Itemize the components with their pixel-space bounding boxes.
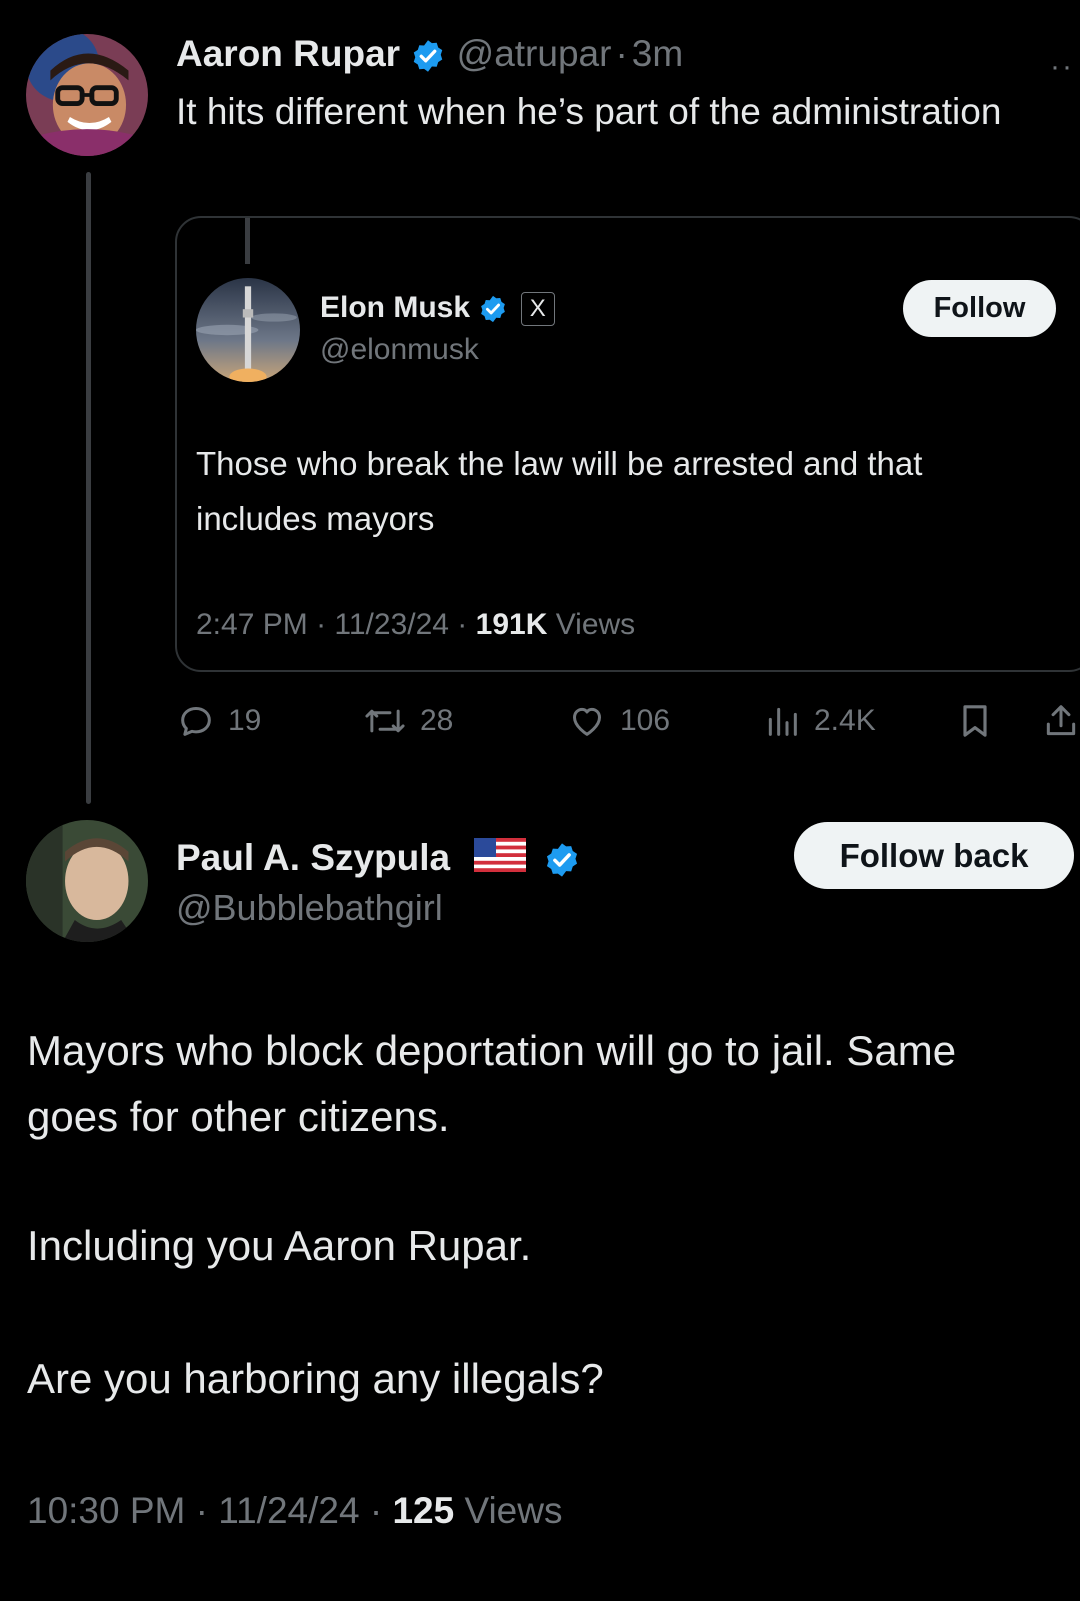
- reply-icon: [181, 707, 211, 736]
- author-avatar[interactable]: [26, 34, 148, 156]
- reply-button[interactable]: 19: [176, 697, 261, 745]
- reply-author-avatar[interactable]: [26, 820, 148, 942]
- verified-badge-icon: [543, 841, 581, 879]
- author-handle[interactable]: @atrupar: [457, 33, 612, 74]
- reply-count: 19: [228, 704, 262, 737]
- repost-icon: [365, 709, 405, 733]
- bookmark-button[interactable]: [955, 697, 995, 745]
- analytics-icon: [768, 707, 797, 736]
- tweet-header: Aaron Rupar @atrupar · 3m: [176, 28, 683, 80]
- reply-date[interactable]: 11/24/24: [218, 1490, 359, 1531]
- reply-time[interactable]: 10:30 PM: [27, 1490, 185, 1531]
- like-button[interactable]: 106: [566, 697, 670, 745]
- quoted-views-count: 191K: [475, 608, 548, 641]
- quoted-author-handle[interactable]: @elonmusk: [320, 330, 479, 370]
- us-flag-icon: [474, 835, 527, 885]
- heart-icon: [573, 707, 601, 736]
- reply-paragraph-3: Are you harboring any illegals?: [27, 1355, 604, 1402]
- reply-meta: 10:30 PM · 11/24/24 · 125 Views: [27, 1490, 563, 1531]
- reply-paragraph-1: Mayors who block deportation will go to …: [27, 1027, 957, 1140]
- reply-paragraph-2: Including you Aaron Rupar.: [27, 1222, 532, 1269]
- share-icon: [1046, 705, 1076, 736]
- reply-views-label: Views: [464, 1490, 563, 1531]
- quoted-tweet-date[interactable]: 11/23/24: [334, 608, 449, 641]
- quoted-author-row: Elon Musk X: [320, 288, 555, 328]
- affiliation-x-icon: X: [520, 292, 555, 327]
- reply-author-row: Paul A. Szypula: [176, 833, 581, 885]
- views-button[interactable]: 2.4K: [762, 697, 876, 745]
- follow-button[interactable]: Follow: [903, 280, 1056, 337]
- thread-connector: [86, 172, 91, 804]
- quoted-tweet-time[interactable]: 2:47 PM: [196, 608, 308, 641]
- quoted-tweet-meta: 2:47 PM · 11/23/24 · 191K Views: [196, 608, 636, 641]
- quoted-author-avatar[interactable]: [196, 278, 300, 382]
- reply-author-handle[interactable]: @Bubblebathgirl: [176, 884, 443, 932]
- verified-badge-icon: [410, 38, 446, 74]
- reply-author-name[interactable]: Paul A. Szypula: [176, 837, 450, 878]
- more-options-icon[interactable]: ··: [1050, 50, 1074, 84]
- share-button[interactable]: [1042, 697, 1080, 745]
- author-name[interactable]: Aaron Rupar: [176, 33, 400, 74]
- quoted-thread-connector: [245, 218, 250, 264]
- quoted-tweet-text: Those who break the law will be arrested…: [196, 445, 923, 537]
- like-count: 106: [620, 704, 671, 737]
- views-count: 2.4K: [814, 704, 876, 737]
- tweet-time[interactable]: 3m: [632, 33, 683, 74]
- reply-views-count: 125: [392, 1490, 455, 1531]
- repost-button[interactable]: 28: [362, 697, 453, 745]
- separator-dot: ·: [615, 33, 628, 74]
- repost-count: 28: [420, 704, 454, 737]
- tweet-text: It hits different when he’s part of the …: [176, 91, 1002, 132]
- bookmark-icon: [963, 705, 987, 737]
- quoted-views-label: Views: [555, 608, 636, 641]
- verified-badge-icon: [478, 294, 508, 324]
- follow-back-button[interactable]: Follow back: [794, 822, 1074, 889]
- quoted-author-name[interactable]: Elon Musk: [320, 291, 470, 324]
